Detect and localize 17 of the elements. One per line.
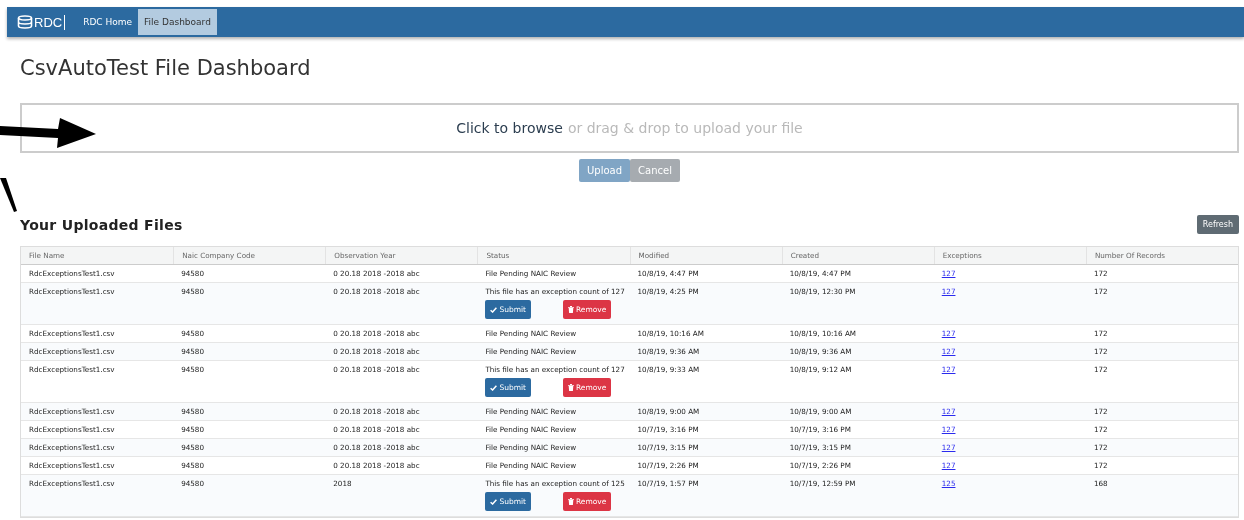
pointer-line	[0, 178, 20, 212]
check-icon	[490, 384, 498, 391]
nav-link[interactable]: File Dashboard	[138, 9, 217, 35]
trash-icon	[568, 384, 574, 391]
dropzone[interactable]: Click to browse or drag & drop to upload your file	[20, 103, 1239, 153]
browse-link[interactable]: Click to browse	[456, 120, 563, 136]
dropzone-hint: or drag & drop to upload your file	[567, 120, 803, 136]
check-icon	[490, 306, 498, 313]
check-icon	[490, 498, 498, 505]
page-title: CsvAutoTest File Dashboard	[20, 56, 312, 82]
database-icon	[17, 15, 33, 29]
nav-link[interactable]: RDC Home	[77, 9, 139, 35]
refresh-button[interactable]: Refresh	[1196, 215, 1239, 234]
section-title: Your Uploaded Files	[20, 216, 183, 233]
logo[interactable]: RDC	[17, 14, 66, 30]
trash-icon	[568, 306, 574, 313]
trash-icon	[568, 498, 574, 505]
